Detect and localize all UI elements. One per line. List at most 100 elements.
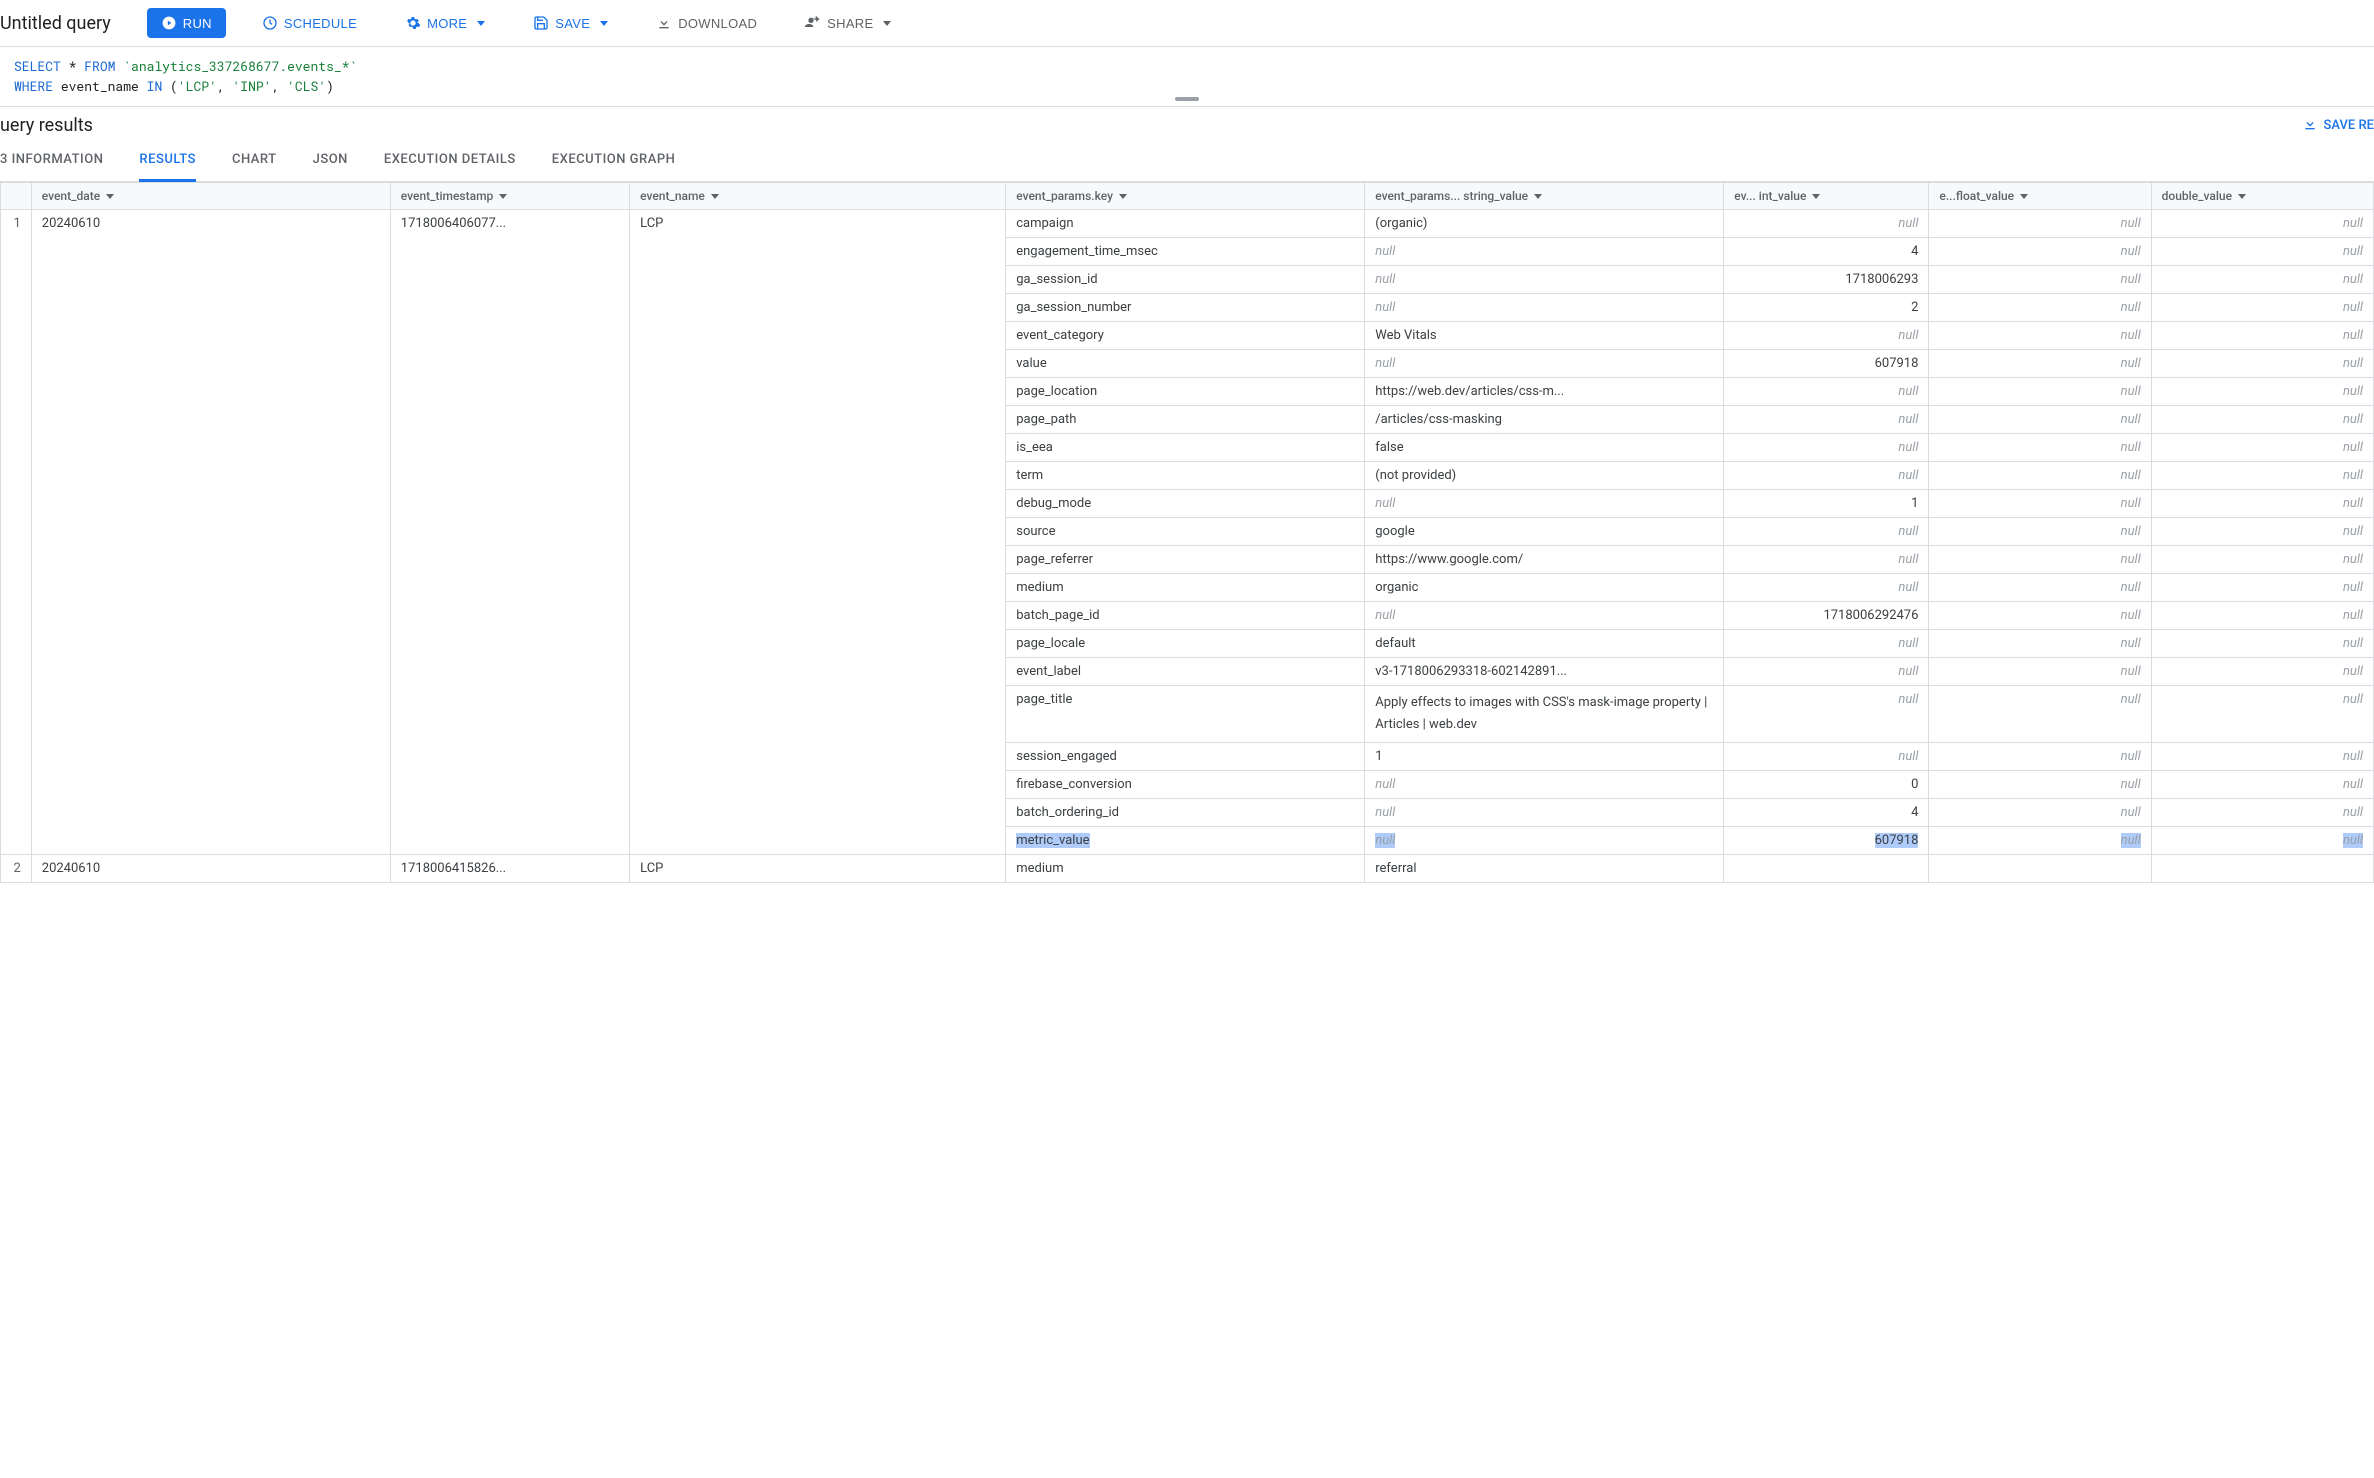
null-value: null xyxy=(2121,524,2141,539)
cell-string-value: null xyxy=(1365,827,1724,855)
cell-key: event_label xyxy=(1006,658,1365,686)
more-button[interactable]: MORE xyxy=(393,9,497,37)
cell-float-value: null xyxy=(1929,378,2151,406)
col-double-value[interactable]: double_value xyxy=(2151,183,2373,210)
sort-icon xyxy=(2238,194,2246,199)
tab-results[interactable]: RESULTS xyxy=(139,140,196,182)
cell-float-value: null xyxy=(1929,771,2151,799)
cell-double-value: null xyxy=(2151,658,2373,686)
cell-int-value: null xyxy=(1724,686,1929,743)
col-string-value[interactable]: event_params... string_value xyxy=(1365,183,1724,210)
cell-float-value: null xyxy=(1929,518,2151,546)
null-value: null xyxy=(2343,328,2363,343)
cell-key: source xyxy=(1006,518,1365,546)
share-button-label: SHARE xyxy=(827,16,873,31)
col-event-timestamp[interactable]: event_timestamp xyxy=(390,183,629,210)
col-rownum[interactable] xyxy=(1,183,32,210)
sort-icon xyxy=(106,194,114,199)
null-value: null xyxy=(1898,664,1918,679)
share-icon xyxy=(805,15,821,31)
null-value: null xyxy=(2121,777,2141,792)
null-value: null xyxy=(2343,412,2363,427)
save-button-label: SAVE xyxy=(555,16,590,31)
run-button[interactable]: RUN xyxy=(147,8,226,38)
col-event-date[interactable]: event_date xyxy=(31,183,390,210)
more-button-label: MORE xyxy=(427,16,467,31)
cell-string-value: (not provided) xyxy=(1365,462,1724,490)
cell-float-value: null xyxy=(1929,266,2151,294)
null-value: null xyxy=(2343,356,2363,371)
null-value: null xyxy=(2343,692,2363,707)
cell-float-value: null xyxy=(1929,350,2151,378)
null-value: null xyxy=(2343,524,2363,539)
null-value: null xyxy=(2343,496,2363,511)
col-event-name[interactable]: event_name xyxy=(630,183,1006,210)
cell-string-value: Web Vitals xyxy=(1365,322,1724,350)
grip-icon xyxy=(1175,97,1199,101)
cell-float-value: null xyxy=(1929,434,2151,462)
cell-key: campaign xyxy=(1006,210,1365,238)
null-value: null xyxy=(1375,496,1395,511)
cell-int-value: null xyxy=(1724,210,1929,238)
cell-float-value: null xyxy=(1929,210,2151,238)
null-value: null xyxy=(2121,552,2141,567)
header-label: event_params.key xyxy=(1016,189,1113,203)
sql-text: * xyxy=(61,57,84,75)
results-title: uery results xyxy=(0,115,93,136)
tab-execution-graph[interactable]: EXECUTION GRAPH xyxy=(552,140,676,182)
cell-string-value: (organic) xyxy=(1365,210,1724,238)
cell-float-value: null xyxy=(1929,827,2151,855)
col-int-value[interactable]: ev... int_value xyxy=(1724,183,1929,210)
col-float-value[interactable]: e...float_value xyxy=(1929,183,2151,210)
header-label: event_name xyxy=(640,189,705,203)
cell-int-value: 2 xyxy=(1724,294,1929,322)
share-button[interactable]: SHARE xyxy=(793,9,903,37)
cell-double-value: null xyxy=(2151,546,2373,574)
null-value: null xyxy=(1375,805,1395,820)
results-table-wrap[interactable]: event_date event_timestamp event_name ev… xyxy=(0,182,2374,883)
cell-key: batch_ordering_id xyxy=(1006,799,1365,827)
cell-key: medium xyxy=(1006,855,1365,883)
cell-double-value: null xyxy=(2151,462,2373,490)
cell-double-value: null xyxy=(2151,771,2373,799)
cell-string-value: null xyxy=(1365,490,1724,518)
cell-string-value: null xyxy=(1365,602,1724,630)
tab-execution-details[interactable]: EXECUTION DETAILS xyxy=(384,140,516,182)
cell-double-value: null xyxy=(2151,350,2373,378)
null-value: null xyxy=(2121,833,2141,848)
play-icon xyxy=(161,15,177,31)
cell-int-value: null xyxy=(1724,743,1929,771)
save-button[interactable]: SAVE xyxy=(521,9,620,37)
cell-int-value: 1 xyxy=(1724,490,1929,518)
schedule-button[interactable]: SCHEDULE xyxy=(250,9,369,37)
save-results-button[interactable]: SAVE RE xyxy=(2302,116,2374,136)
cell-int-value: null xyxy=(1724,322,1929,350)
cell-event-timestamp: 1718006406077... xyxy=(390,210,629,855)
cell-string-value: google xyxy=(1365,518,1724,546)
tab-json[interactable]: JSON xyxy=(313,140,348,182)
download-button[interactable]: DOWNLOAD xyxy=(644,9,769,37)
header-label: double_value xyxy=(2162,189,2232,203)
cell-double-value: null xyxy=(2151,743,2373,771)
null-value: null xyxy=(1898,328,1918,343)
col-key[interactable]: event_params.key xyxy=(1006,183,1365,210)
null-value: null xyxy=(2343,580,2363,595)
cell-int-value: null xyxy=(1724,518,1929,546)
cell-string-value: default xyxy=(1365,630,1724,658)
cell-string-value: null xyxy=(1365,238,1724,266)
tab-information[interactable]: 3 INFORMATION xyxy=(0,140,103,182)
caret-down-icon xyxy=(600,21,608,26)
tab-chart[interactable]: CHART xyxy=(232,140,277,182)
cell-key: page_location xyxy=(1006,378,1365,406)
cell-double-value: null xyxy=(2151,210,2373,238)
sql-string: 'INP' xyxy=(232,77,271,95)
download-icon xyxy=(656,15,672,31)
null-value: null xyxy=(1375,356,1395,371)
sql-keyword: IN xyxy=(147,77,163,95)
cell-string-value: null xyxy=(1365,799,1724,827)
null-value: null xyxy=(2343,636,2363,651)
null-value: null xyxy=(2121,272,2141,287)
cell-event-name: LCP xyxy=(630,855,1006,883)
cell-int-value: 607918 xyxy=(1724,350,1929,378)
null-value: null xyxy=(2121,692,2141,707)
